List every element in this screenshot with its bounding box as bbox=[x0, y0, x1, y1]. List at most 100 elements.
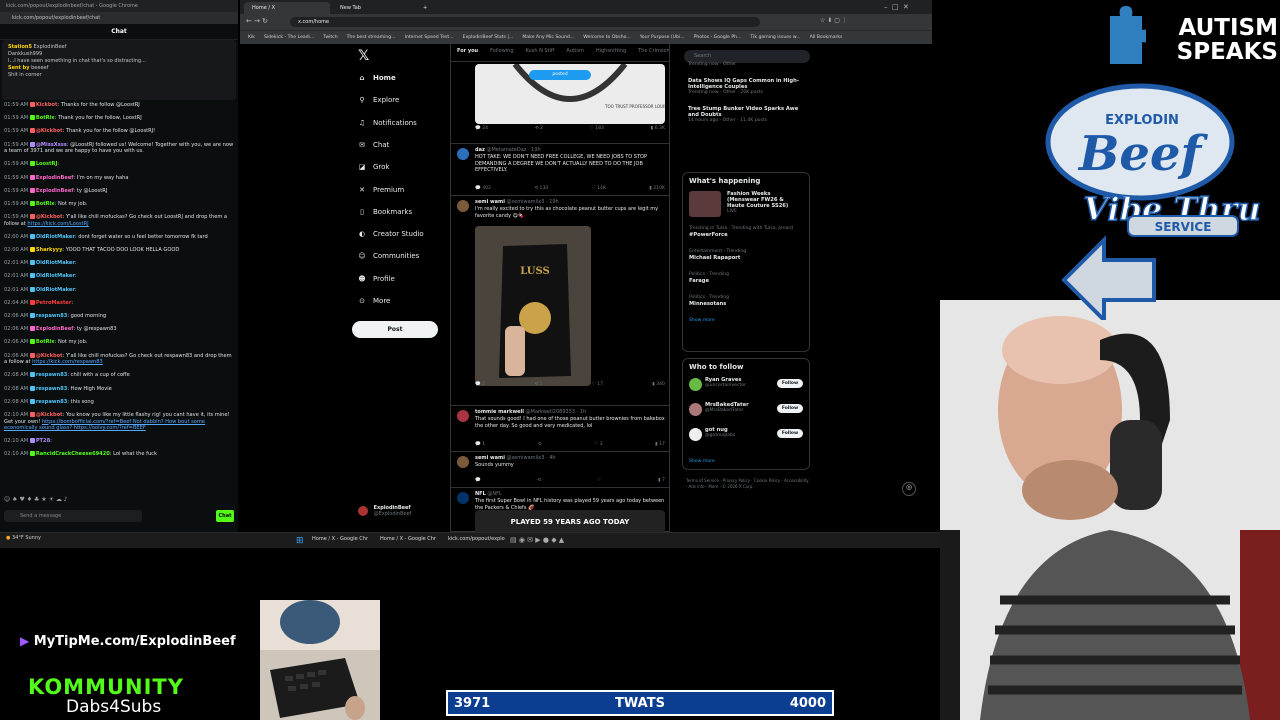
tweet[interactable]: semi wami @semiwamilx3 · 4h Sounds yummy 💬… bbox=[451, 452, 669, 488]
trend-item[interactable]: Politics · Trending Farage bbox=[683, 270, 809, 286]
trend-item[interactable]: Trending now · Other bbox=[682, 60, 810, 70]
taskbar-item[interactable]: Home / X - Google Chr bbox=[312, 536, 368, 542]
tweet[interactable]: daz @MetamateDaz · 19h HOT TAKE: WE DON'T… bbox=[451, 144, 669, 196]
trend-item[interactable]: Tree Stump Bunker Video Sparks Awe and D… bbox=[682, 104, 810, 126]
follow-button[interactable]: Follow bbox=[777, 379, 803, 388]
tweet-action-views[interactable]: ▮ 6.3K bbox=[651, 126, 665, 131]
bookmark-item[interactable]: ExplodinBeef Stats |... bbox=[463, 35, 514, 40]
tweet-action-reply[interactable]: 💬 24 bbox=[475, 126, 488, 131]
nav-item-more[interactable]: ⊙ More bbox=[357, 297, 390, 311]
show-more-link[interactable]: Show more bbox=[683, 316, 809, 326]
grok-float-icon[interactable]: ◎ bbox=[902, 482, 916, 496]
message-username[interactable]: BotRix bbox=[36, 201, 55, 207]
tab-for-you[interactable]: For you bbox=[457, 48, 478, 54]
message-username[interactable]: LoostRJ bbox=[36, 161, 58, 167]
message-username[interactable]: OldRiotMaker bbox=[36, 287, 75, 293]
show-more-link[interactable]: Show more bbox=[683, 457, 721, 467]
bookmark-item[interactable]: Your Purpose (Ubi... bbox=[640, 35, 685, 40]
tweet-author-avatar[interactable] bbox=[457, 492, 469, 504]
avatar[interactable] bbox=[689, 403, 702, 416]
tab-highsnitting[interactable]: Highsnitting bbox=[596, 48, 626, 54]
bookmark-item[interactable]: Photos - Google Ph... bbox=[694, 35, 742, 40]
tweet-action-reply[interactable]: 💬 402 bbox=[475, 186, 491, 191]
tweet-author-avatar[interactable] bbox=[457, 148, 469, 160]
trend-item[interactable]: Data Shows IQ Gaps Common in High-Intell… bbox=[682, 76, 810, 98]
bookmark-item[interactable]: Tik gaming issues w... bbox=[750, 35, 800, 40]
message-username[interactable]: respawn83 bbox=[36, 372, 68, 378]
tweet[interactable]: tommie markwell @Markwell2089333 · 1h Tha… bbox=[451, 406, 669, 452]
tweet-action-reply[interactable]: 💬 1 bbox=[475, 442, 485, 447]
bookmark-item[interactable]: Make Any Mic Sound... bbox=[522, 35, 574, 40]
tab-following[interactable]: Following bbox=[490, 48, 513, 54]
tweet-author-avatar[interactable] bbox=[457, 410, 469, 422]
tweet-action-retweet[interactable]: ⟲ 1 bbox=[534, 382, 542, 387]
tweet-photo[interactable]: LUSS bbox=[475, 226, 591, 386]
x-footer-links[interactable]: Terms of Service · Privacy Policy · Cook… bbox=[686, 478, 810, 490]
avatar[interactable] bbox=[689, 428, 702, 441]
bookmark-item[interactable]: Twitch bbox=[323, 35, 337, 40]
message-username[interactable]: @Kickbot bbox=[36, 412, 63, 418]
windows-start-icon[interactable]: ⊞ bbox=[296, 536, 305, 546]
message-username[interactable]: @MissXsss bbox=[36, 142, 67, 148]
taskbar-item[interactable]: kick.com/popout/explo bbox=[448, 536, 505, 542]
message-username[interactable]: PetroMaster bbox=[36, 300, 72, 306]
tweet-action-like[interactable]: ♡ 17 bbox=[592, 382, 603, 387]
message-username[interactable]: BotRix bbox=[36, 339, 55, 345]
tweet-action-like[interactable]: ♡ bbox=[597, 478, 601, 483]
chat-message-input[interactable]: Send a message bbox=[4, 510, 142, 522]
tweet-author-name[interactable]: semi wami bbox=[475, 455, 505, 461]
message-username[interactable]: ExplodinBeef bbox=[36, 326, 74, 332]
new-tab-plus-icon[interactable]: + bbox=[420, 2, 434, 14]
trend-item[interactable]: Politics · Trending Minnesotans bbox=[683, 293, 809, 309]
account-switcher[interactable]: ExplodinBeef @ExplodinBeef bbox=[358, 505, 458, 523]
message-username[interactable]: @Kickbot bbox=[36, 214, 63, 220]
tweet-action-retweet[interactable]: ⟲ bbox=[537, 478, 541, 483]
message-username[interactable]: respawn83 bbox=[36, 399, 68, 405]
follow-suggestion[interactable]: MrsBakedTater @MrsBakedTater Follow bbox=[683, 400, 809, 425]
extensions-icon[interactable]: ☆ ⬇ ▢ ⋮ bbox=[820, 17, 848, 24]
x-logo-icon[interactable]: 𝕏 bbox=[358, 48, 369, 64]
message-username[interactable]: respawn83 bbox=[36, 386, 68, 392]
message-username[interactable]: OldRiotMaker bbox=[36, 260, 75, 266]
tweet-action-retweet[interactable]: ⟲ 2 bbox=[535, 126, 543, 131]
follow-suggestion[interactable]: got nug @gotnuglabs Follow bbox=[683, 425, 809, 450]
message-username[interactable]: Sharkyyy bbox=[36, 247, 63, 253]
nav-item-explore[interactable]: ⚲ Explore bbox=[357, 96, 399, 110]
tweet-action-retweet[interactable]: ⟲ bbox=[538, 442, 542, 447]
weather-widget[interactable]: ● 34°F Sunny bbox=[6, 535, 41, 541]
nav-item-home[interactable]: ⌂ Home bbox=[357, 74, 395, 88]
nav-item-profile[interactable]: ☻ Profile bbox=[357, 275, 394, 289]
window-controls[interactable]: – □ ✕ bbox=[880, 2, 928, 14]
message-username[interactable]: @Kickbot bbox=[36, 128, 63, 134]
posted-pill[interactable]: posted bbox=[529, 70, 591, 80]
message-username[interactable]: OldRiotMaker bbox=[36, 273, 75, 279]
tab-new-tab[interactable]: New Tab bbox=[332, 2, 418, 14]
follow-suggestion[interactable]: Ryan Graves @uncertainvector Follow bbox=[683, 375, 809, 400]
message-username[interactable]: RancidCrackCheese69420 bbox=[36, 451, 110, 457]
nav-item-premium[interactable]: ✕ Premium bbox=[357, 186, 404, 200]
tweet[interactable]: semi wami @semiwamilx3 · 19h I'm really e… bbox=[451, 196, 669, 406]
message-username[interactable]: ExplodinBeef bbox=[36, 175, 74, 181]
nav-item-chat[interactable]: ✉ Chat bbox=[357, 141, 389, 155]
tweet-action-reply[interactable]: 💬 2 bbox=[475, 382, 485, 387]
tab-kush-n-stiff[interactable]: Kush N Stiff bbox=[526, 48, 555, 54]
home-timeline[interactable]: For you Following Kush N Stiff Autism Highsn… bbox=[450, 44, 670, 532]
message-username[interactable]: ExplodinBeef bbox=[36, 188, 74, 194]
nav-item-communities[interactable]: ☺ Communities bbox=[357, 252, 419, 266]
follow-button[interactable]: Follow bbox=[777, 429, 803, 438]
tweet-author-avatar[interactable] bbox=[457, 456, 469, 468]
follow-button[interactable]: Follow bbox=[777, 404, 803, 413]
tweet-author-avatar[interactable] bbox=[457, 200, 469, 212]
pinned-apps-icons[interactable]: ▤ ◉ ✉ ▶ ● ◆ ▲ bbox=[510, 536, 564, 544]
tweet-action-views[interactable]: ▮ 340 bbox=[652, 382, 665, 387]
tweet[interactable]: TOO TRUST PROFESSOR LOUIS ARNIE posted 💬 2… bbox=[451, 64, 669, 144]
bookmark-item[interactable]: Kik bbox=[248, 35, 255, 40]
tab-the-crimson-cre-[interactable]: The Crimson Cre... bbox=[638, 48, 669, 54]
tab-autism[interactable]: Autism bbox=[566, 48, 583, 54]
bookmark-item[interactable]: All Bookmarks bbox=[810, 35, 843, 40]
nav-item-creator-studio[interactable]: ◐ Creator Studio bbox=[357, 230, 424, 244]
post-button[interactable]: Post bbox=[352, 321, 438, 338]
avatar[interactable] bbox=[689, 378, 702, 391]
chat-send-button[interactable]: Chat bbox=[216, 510, 234, 522]
message-username[interactable]: respawn83 bbox=[36, 313, 68, 319]
